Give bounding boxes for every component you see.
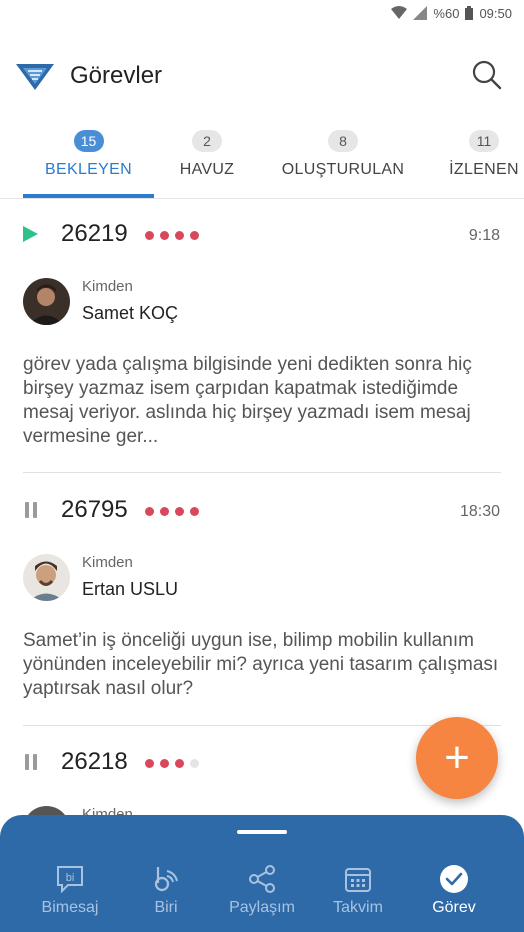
battery-percent: %60: [433, 5, 460, 21]
priority-dot: [160, 759, 169, 768]
pause-icon[interactable]: [25, 502, 39, 518]
task-message: Samet’in iş önceliği uygun ise, bilimp m…: [23, 630, 499, 699]
app-header: Görevler: [0, 52, 524, 102]
tab-count: 8: [328, 130, 358, 152]
priority-dots: [145, 231, 199, 240]
add-task-button[interactable]: +: [416, 717, 498, 799]
wifi-icon: [391, 6, 408, 19]
nav-paylasim[interactable]: Paylaşım: [214, 863, 310, 917]
avatar: [23, 554, 70, 601]
tab-count: 11: [469, 130, 499, 152]
divider: [23, 472, 501, 473]
priority-dot: [175, 231, 184, 240]
priority-dot: [190, 507, 199, 516]
tab-bekleyen[interactable]: 15 BEKLEYEN: [23, 130, 154, 179]
nav-gorev[interactable]: Görev: [406, 863, 502, 917]
nav-label: Görev: [432, 899, 476, 916]
biri-icon: [154, 867, 178, 892]
from-label: Kimden: [82, 554, 133, 571]
pause-icon[interactable]: [25, 754, 39, 770]
priority-dot: [145, 231, 154, 240]
nav-label: Paylaşım: [229, 899, 295, 916]
calendar-icon: [345, 868, 371, 892]
task-id: 26795: [61, 496, 128, 523]
battery-icon: [465, 6, 474, 20]
nav-label: Takvim: [333, 899, 383, 916]
priority-dot: [175, 759, 184, 768]
nav-label: Biri: [154, 899, 178, 916]
play-icon[interactable]: [23, 226, 38, 242]
tab-olusturulan[interactable]: 8 OLUŞTURULAN: [272, 130, 414, 179]
task-time: 18:30: [459, 503, 500, 520]
task-time: 9:18: [468, 227, 500, 244]
from-label: Kimden: [82, 278, 133, 295]
signal-icon: [413, 6, 428, 20]
tab-label: İZLENEN: [449, 161, 519, 178]
share-icon: [249, 865, 275, 893]
plus-icon: +: [444, 733, 470, 782]
priority-dot: [175, 507, 184, 516]
task-tabs: 15 BEKLEYEN 2 HAVUZ 8 OLUŞTURULAN 11 İZL…: [0, 130, 524, 199]
tab-izlenen[interactable]: 11 İZLENEN: [444, 130, 524, 179]
priority-dot: [190, 231, 199, 240]
nav-takvim[interactable]: Takvim: [310, 863, 406, 917]
priority-dot: [145, 507, 154, 516]
priority-dot: [190, 759, 199, 768]
app-logo-icon: [16, 64, 54, 90]
status-bar: %60 09:50: [0, 0, 524, 26]
task-message: görev yada çalışma bilgisinde yeni dedik…: [23, 354, 472, 447]
active-tab-indicator: [23, 194, 154, 198]
drag-handle[interactable]: [237, 830, 287, 834]
nav-label: Bimesaj: [41, 899, 99, 916]
tab-label: OLUŞTURULAN: [281, 161, 405, 178]
tab-count: 2: [192, 130, 222, 152]
page-title: Görevler: [70, 62, 163, 89]
from-name: Samet KOÇ: [82, 303, 179, 323]
task-id: 26218: [61, 748, 128, 775]
tab-label: BEKLEYEN: [45, 161, 132, 178]
from-name: Ertan USLU: [82, 579, 179, 599]
task-id: 26219: [61, 220, 128, 247]
search-icon[interactable]: [472, 60, 502, 90]
priority-dots: [145, 759, 199, 768]
avatar: [23, 278, 70, 325]
bottom-nav: bi Bimesaj Biri Paylaşım Takvim Görev: [0, 815, 524, 932]
tab-count: 15: [73, 130, 104, 152]
priority-dot: [145, 759, 154, 768]
nav-biri[interactable]: Biri: [118, 863, 214, 917]
nav-bimesaj[interactable]: bi Bimesaj: [22, 863, 118, 917]
priority-dots: [145, 507, 199, 516]
bi-chat-icon: bi: [57, 866, 83, 894]
priority-dot: [160, 507, 169, 516]
tab-label: HAVUZ: [179, 161, 235, 178]
clock: 09:50: [479, 5, 512, 21]
svg-text:bi: bi: [66, 872, 75, 884]
tab-havuz[interactable]: 2 HAVUZ: [160, 130, 254, 179]
check-circle-icon: [440, 865, 468, 893]
priority-dot: [160, 231, 169, 240]
